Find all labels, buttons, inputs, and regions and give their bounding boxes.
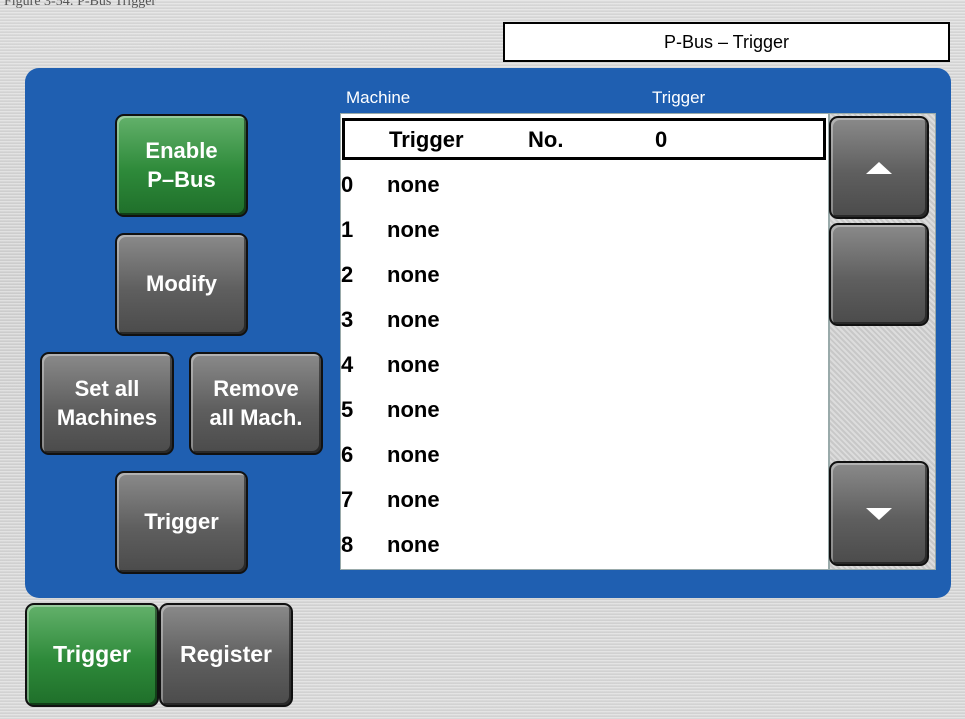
list-header-number: 0 bbox=[655, 127, 668, 152]
modify-label: Modify bbox=[146, 271, 217, 297]
list-item-machine: none bbox=[387, 442, 440, 467]
list-item[interactable]: 7 none bbox=[341, 479, 828, 523]
list-header-row[interactable]: Trigger No. 0 bbox=[342, 118, 826, 160]
list-item-index: 1 bbox=[341, 217, 354, 242]
list-item[interactable]: 3 none bbox=[341, 299, 828, 343]
trigger-button[interactable]: Trigger bbox=[115, 471, 248, 574]
list-item[interactable]: 8 none bbox=[341, 524, 828, 568]
list-item-machine: none bbox=[387, 172, 440, 197]
list-item-index: 4 bbox=[341, 352, 354, 377]
list-header-no-label: No. bbox=[528, 127, 564, 152]
list-item[interactable]: 4 none bbox=[341, 344, 828, 388]
list-item-machine: none bbox=[387, 487, 440, 512]
list-item[interactable]: 2 none bbox=[341, 254, 828, 298]
scroll-down-button[interactable] bbox=[829, 461, 929, 566]
remove-all-machines-label: Remove all Mach. bbox=[209, 375, 303, 430]
list-header-trigger-label: Trigger bbox=[389, 127, 464, 152]
machine-list[interactable]: Trigger No. 0 0 none 1 none 2 none 3 none 4 none 5… bbox=[340, 113, 829, 570]
list-item-machine: none bbox=[387, 307, 440, 332]
tab-trigger[interactable]: Trigger bbox=[25, 603, 159, 707]
list-item-machine: none bbox=[387, 217, 440, 242]
figure-caption: Figure 3-54: P-Bus Trigger bbox=[4, 0, 157, 9]
set-all-machines-label: Set all Machines bbox=[56, 375, 158, 430]
window-title: P-Bus – Trigger bbox=[503, 22, 950, 62]
triangle-up-icon bbox=[866, 161, 892, 174]
tab-register-label: Register bbox=[179, 641, 273, 668]
list-item[interactable]: 1 none bbox=[341, 209, 828, 253]
trigger-button-label: Trigger bbox=[144, 509, 219, 535]
column-header-machine: Machine bbox=[346, 88, 411, 107]
set-all-machines-button[interactable]: Set all Machines bbox=[40, 352, 174, 455]
remove-all-machines-button[interactable]: Remove all Mach. bbox=[189, 352, 323, 455]
modify-button[interactable]: Modify bbox=[115, 233, 248, 336]
tab-trigger-label: Trigger bbox=[53, 641, 131, 668]
list-item-machine: none bbox=[387, 262, 440, 287]
enable-pbus-label: Enable P–Bus bbox=[145, 137, 218, 192]
tab-register[interactable]: Register bbox=[159, 603, 293, 707]
list-item-machine: none bbox=[387, 397, 440, 422]
list-item[interactable]: 0 none bbox=[341, 164, 828, 208]
column-header-trigger: Trigger bbox=[652, 88, 706, 107]
list-item[interactable]: 5 none bbox=[341, 389, 828, 433]
enable-pbus-button[interactable]: Enable P–Bus bbox=[115, 114, 248, 217]
list-item-machine: none bbox=[387, 532, 440, 557]
list-item-index: 2 bbox=[341, 262, 354, 287]
list-item-index: 3 bbox=[341, 307, 354, 332]
list-item-index: 0 bbox=[341, 172, 354, 197]
scroll-thumb[interactable] bbox=[829, 223, 929, 326]
list-item-index: 8 bbox=[341, 532, 354, 557]
list-item-machine: none bbox=[387, 352, 440, 377]
scroll-up-button[interactable] bbox=[829, 116, 929, 219]
list-item-index: 6 bbox=[341, 442, 354, 467]
list-item-index: 5 bbox=[341, 397, 354, 422]
list-item[interactable]: 6 none bbox=[341, 434, 828, 478]
list-item-index: 7 bbox=[341, 487, 354, 512]
triangle-down-icon bbox=[866, 507, 892, 520]
